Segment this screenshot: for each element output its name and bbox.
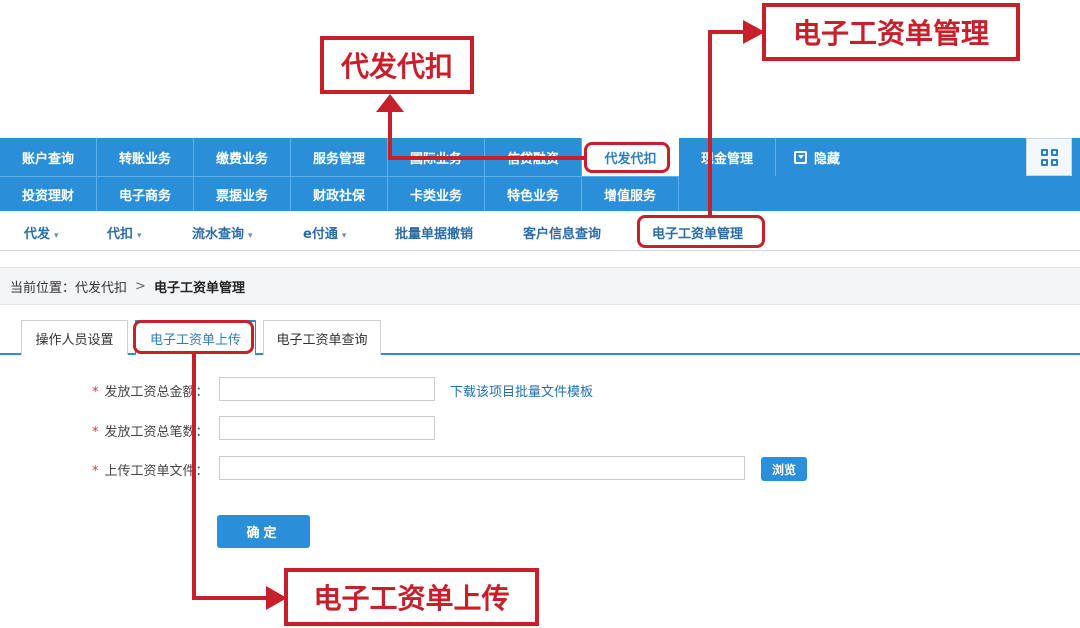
nav-international[interactable]: 国际业务 — [388, 138, 485, 176]
required-mark: * — [92, 425, 99, 440]
breadcrumb: 当前位置： 代发代扣 > 电子工资单管理 — [0, 267, 1080, 305]
nav-payment[interactable]: 缴费业务 — [194, 138, 291, 176]
payslip-file-input[interactable] — [219, 456, 745, 480]
nav-credit-financing[interactable]: 信贷融资 — [485, 138, 582, 176]
file-label: * 上传工资单文件： — [92, 460, 209, 479]
main-nav-row-1: 账户查询 转账业务 缴费业务 服务管理 国际业务 信贷融资 代发代扣 现金管理 … — [0, 138, 926, 176]
nav-ecommerce[interactable]: 电子商务 — [97, 177, 194, 211]
breadcrumb-current: 电子工资单管理 — [153, 280, 245, 296]
amount-label: * 发放工资总金额： — [92, 381, 209, 400]
subnav-statement-label: 流水查询 — [192, 227, 245, 242]
subnav-epay[interactable]: e付通 ▾ — [303, 223, 346, 242]
total-count-input[interactable] — [219, 416, 435, 440]
nav-value-added[interactable]: 增值服务 — [582, 177, 679, 211]
breadcrumb-parent[interactable]: 代发代扣 — [75, 277, 127, 296]
nav-account-query[interactable]: 账户查询 — [0, 138, 97, 176]
chevron-down-icon: ▾ — [248, 231, 253, 241]
nav-cards[interactable]: 卡类业务 — [388, 177, 485, 211]
chevron-down-icon: ▾ — [137, 231, 142, 241]
collapse-icon — [794, 150, 807, 164]
nav-bills[interactable]: 票据业务 — [194, 177, 291, 211]
main-nav-row-2: 投资理财 电子商务 票据业务 财政社保 卡类业务 特色业务 增值服务 — [0, 176, 679, 211]
subnav-customer-info[interactable]: 客户信息查询 — [523, 223, 601, 242]
subnav-batch-revoke[interactable]: 批量单据撤销 — [395, 223, 473, 242]
app-grid-button[interactable] — [1026, 138, 1072, 176]
browse-button[interactable]: 浏览 — [761, 457, 807, 481]
highlight-ring-nav — [584, 142, 670, 173]
chevron-down-icon: ▾ — [341, 231, 347, 241]
callout-e-payslip-management: 电子工资单管理 — [762, 3, 1020, 61]
highlight-ring-subnav — [637, 215, 765, 248]
subnav-payroll-label: 代发 — [24, 227, 51, 242]
callout-e-payslip-upload: 电子工资单上传 — [284, 568, 539, 626]
grid-icon — [1040, 148, 1058, 166]
download-template-link[interactable]: 下载该项目批量文件模板 — [450, 381, 593, 400]
tab-operator-settings[interactable]: 操作人员设置 — [21, 320, 128, 355]
amount-label-text: 发放工资总金额： — [104, 385, 209, 400]
required-mark: * — [92, 385, 99, 400]
nav-transfer[interactable]: 转账业务 — [97, 138, 194, 176]
subnav-statement-query[interactable]: 流水查询 ▾ — [192, 223, 253, 242]
callout-payroll-agency: 代发代扣 — [320, 36, 474, 94]
chevron-down-icon: ▾ — [54, 231, 59, 241]
annotation-arrows — [192, 20, 765, 610]
chevron-right-icon: > — [135, 278, 146, 294]
tab-payslip-query[interactable]: 电子工资单查询 — [263, 320, 381, 355]
nav-service-management[interactable]: 服务管理 — [291, 138, 388, 176]
subnav-deduction[interactable]: 代扣 ▾ — [107, 223, 142, 242]
total-amount-input[interactable] — [219, 377, 435, 401]
nav-hide-toggle[interactable]: 隐藏 — [776, 138, 926, 176]
nav-cash-management[interactable]: 现金管理 — [679, 138, 776, 176]
nav-special[interactable]: 特色业务 — [485, 177, 582, 211]
count-label: * 发放工资总笔数： — [92, 421, 209, 440]
highlight-ring-tab — [133, 320, 254, 354]
sub-nav: 代发 ▾ 代扣 ▾ 流水查询 ▾ e付通 ▾ 批量单据撤销 客户信息查询 电子工资单管理 — [0, 211, 1080, 251]
subnav-epay-label: e付通 — [303, 227, 338, 242]
count-label-text: 发放工资总笔数： — [104, 425, 209, 440]
nav-hide-label: 隐藏 — [814, 151, 841, 167]
file-label-text: 上传工资单文件： — [104, 464, 209, 479]
breadcrumb-prefix: 当前位置： — [10, 280, 76, 296]
confirm-button[interactable]: 确定 — [217, 515, 310, 548]
nav-investment[interactable]: 投资理财 — [0, 177, 97, 211]
subnav-deduction-label: 代扣 — [107, 227, 134, 242]
subnav-payroll[interactable]: 代发 ▾ — [24, 223, 59, 242]
required-mark: * — [92, 464, 99, 479]
main-nav: 账户查询 转账业务 缴费业务 服务管理 国际业务 信贷融资 代发代扣 现金管理 … — [0, 138, 1080, 211]
nav-finance-social[interactable]: 财政社保 — [291, 177, 388, 211]
